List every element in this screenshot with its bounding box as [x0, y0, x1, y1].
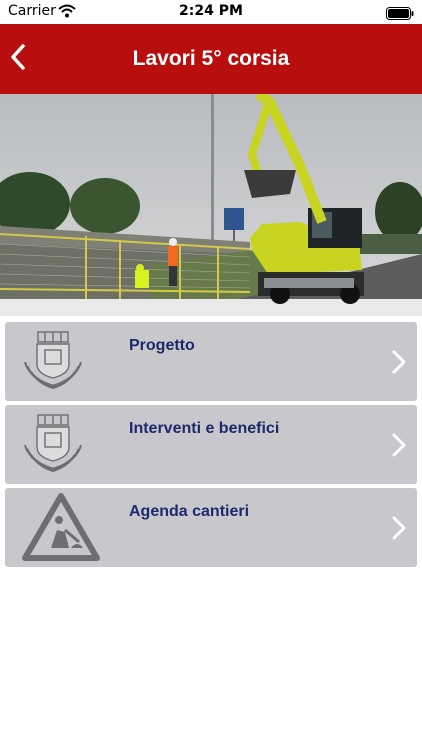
menu-item-agenda-cantieri[interactable]: Agenda cantieri [5, 488, 417, 567]
menu-item-label: Interventi e benefici [129, 420, 280, 437]
roadworks-sign-icon [21, 492, 101, 562]
page-title: Lavori 5° corsia [132, 47, 290, 70]
hero-image [0, 94, 422, 316]
coat-of-arms-icon [23, 330, 83, 392]
chevron-right-icon [391, 432, 407, 458]
menu-item-label: Agenda cantieri [129, 503, 250, 520]
menu-item-progetto[interactable]: Progetto [5, 322, 417, 401]
menu-item-interventi-e-benefici[interactable]: Interventi e benefici [5, 405, 417, 484]
menu-item-label: Progetto [129, 337, 195, 354]
coat-of-arms-icon [23, 413, 83, 475]
chevron-right-icon [391, 349, 407, 375]
chevron-right-icon [391, 515, 407, 541]
navigation-bar: Lavori 5° corsia [0, 24, 422, 94]
menu-list: Progetto Interventi e benefici Agenda ca… [5, 322, 417, 571]
